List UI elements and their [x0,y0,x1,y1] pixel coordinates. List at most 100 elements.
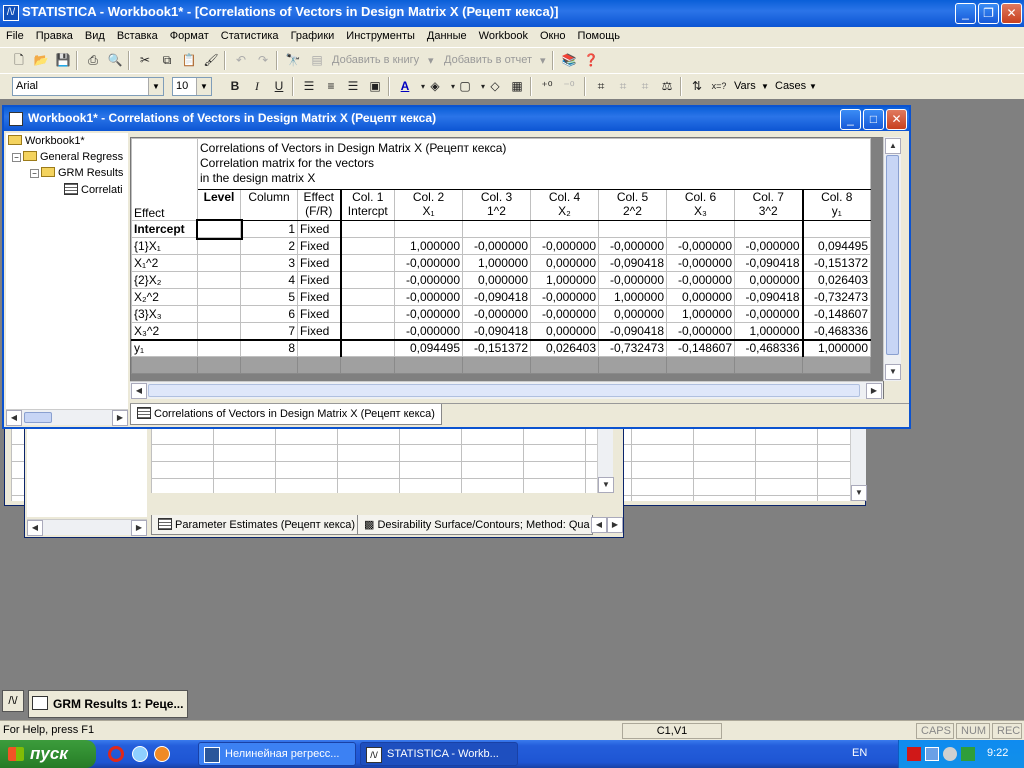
taskbar-item-word-document[interactable]: Нелинейная регресс... [198,742,356,766]
statistica-app-icon[interactable]: /\/ [3,5,19,21]
correlation-value-cell[interactable]: 0,000000 [530,322,599,340]
correlation-value-cell[interactable]: -0,000000 [666,254,735,272]
spreadsheet-vertical-scrollbar[interactable]: ▲ ▼ [883,137,901,381]
correlation-value-cell[interactable] [394,220,463,238]
correlation-value-cell[interactable]: -0,732473 [801,288,871,306]
correlation-value-cell[interactable]: -0,151372 [801,254,871,272]
column-number-cell[interactable]: 3 [240,254,298,272]
books-icon[interactable]: 📚 [560,52,578,69]
italic-button[interactable]: I [248,78,266,95]
correlation-value-cell[interactable]: -0,090418 [734,288,803,306]
minimized-grm-results[interactable]: GRM Results 1: Реце... [28,690,188,718]
correlation-value-cell[interactable]: -0,000000 [394,305,463,323]
correlation-value-cell[interactable]: -0,090418 [598,254,667,272]
language-indicator[interactable]: EN [852,747,867,759]
correlation-value-cell[interactable] [339,288,395,306]
align-left-icon[interactable]: ☰ [300,78,318,95]
scroll-down-icon[interactable]: ▼ [598,477,614,493]
column-header[interactable]: Column [240,189,298,221]
background-workbook-window-2[interactable]: ▼ ◀ ▶ Parameter Estimates (Рецепт кекса)… [24,420,624,538]
new-file-icon[interactable]: 🗋 [10,52,28,69]
menu-tools[interactable]: Инструменты [340,27,421,42]
tree-node-correlations-sheet[interactable]: Correlati [64,183,123,196]
increase-decimal-icon[interactable]: ⁺⁰ [538,78,556,95]
workbook-title-bar[interactable]: Workbook1* - Correlations of Vectors in … [4,107,909,131]
column-number-cell[interactable]: 1 [240,220,298,238]
column-number-cell[interactable]: 7 [240,322,298,340]
eraser-icon[interactable]: ◇ [486,78,504,95]
correlation-value-cell[interactable]: -0,000000 [462,237,531,255]
align-right-icon[interactable]: ☰ [344,78,362,95]
workbook-icon[interactable] [9,112,23,126]
taskbar-item-statistica[interactable]: STATISTICA - Workb... [360,742,518,766]
scroll-right-icon[interactable]: ▶ [112,410,128,426]
effect-type-cell[interactable]: Fixed [297,237,341,255]
effect-type-cell[interactable]: Fixed [297,305,341,323]
correlation-value-cell[interactable]: -0,000000 [666,237,735,255]
scroll-thumb[interactable] [886,155,899,355]
workbook-window[interactable]: Workbook1* - Correlations of Vectors in … [2,105,911,429]
correlation-value-cell[interactable]: 0,026403 [801,271,871,289]
correlation-value-cell[interactable]: -0,000000 [734,237,803,255]
cases-menu-button[interactable]: Cases [775,80,806,92]
row-header-effect[interactable]: y₁ [131,338,198,357]
opera-icon[interactable] [108,746,124,762]
save-icon[interactable]: 💾 [54,52,72,69]
correlation-value-cell[interactable] [339,237,395,255]
context-help-icon[interactable]: ❓ [582,52,600,69]
correlation-value-cell[interactable]: 1,000000 [734,322,803,340]
copy-icon[interactable]: ⧉ [158,52,176,69]
chevron-down-icon[interactable]: ▼ [809,82,817,91]
level-cell[interactable] [197,338,241,357]
print-icon[interactable]: ⎙ [84,52,102,69]
correlation-value-cell[interactable]: -0,000000 [530,237,599,255]
sort-icon[interactable]: ⇅ [688,78,706,95]
menu-statistics[interactable]: Статистика [215,27,285,42]
open-folder-icon[interactable]: 📂 [32,52,50,69]
delete-cells-icon[interactable]: ⌗ [614,78,632,95]
correlation-value-cell[interactable]: -0,000000 [598,271,667,289]
internet-explorer-icon[interactable] [132,746,148,762]
paste-icon[interactable]: 📋 [180,52,198,69]
correlation-value-cell[interactable]: 1,000000 [394,237,463,255]
column-header[interactable]: Col. 4 X₂ [530,189,599,221]
menu-data[interactable]: Данные [421,27,473,42]
column-header[interactable]: Col. 2 X₁ [394,189,463,221]
correlation-value-cell[interactable]: -0,732473 [598,338,667,357]
borders-icon[interactable]: ▢ [456,78,474,95]
tree-horizontal-scrollbar[interactable]: ◀ ▶ [6,409,128,426]
volume-icon[interactable] [943,747,957,761]
column-header[interactable]: Col. 6 X₃ [666,189,735,221]
scroll-left-icon[interactable]: ◀ [27,520,43,536]
row-header-effect[interactable]: X₂^2 [131,288,198,306]
effect-type-cell[interactable] [297,338,341,357]
correlation-value-cell[interactable]: -0,090418 [462,288,531,306]
correlation-value-cell[interactable] [339,322,395,340]
chevron-down-icon[interactable]: ▼ [761,82,769,91]
scroll-down-icon[interactable]: ▼ [851,485,867,501]
level-cell[interactable] [195,218,243,240]
correlation-value-cell[interactable]: -0,468336 [734,338,803,357]
correlation-value-cell[interactable]: -0,000000 [530,288,599,306]
scroll-thumb[interactable] [148,384,860,397]
background-tree-hscrollbar[interactable]: ◀ ▶ [27,519,147,536]
menu-view[interactable]: Вид [79,27,111,42]
correlation-value-cell[interactable]: 1,000000 [598,288,667,306]
level-cell[interactable] [197,305,241,323]
correlation-value-cell[interactable]: 0,000000 [530,254,599,272]
insert-cells-icon[interactable]: ⌗ [592,78,610,95]
row-header-effect[interactable]: X₁^2 [131,254,198,272]
find-binoculars-icon[interactable]: 🔭 [284,52,302,69]
add-to-workbook-button[interactable]: Добавить в книгу [332,54,419,66]
correlation-value-cell[interactable]: -0,000000 [666,322,735,340]
correlation-value-cell[interactable] [666,220,735,238]
column-number-cell[interactable]: 6 [240,305,298,323]
scroll-down-icon[interactable]: ▼ [885,364,901,380]
menu-edit[interactable]: Правка [30,27,79,42]
tab-correlations[interactable]: Correlations of Vectors in Design Matrix… [130,404,442,425]
collapse-icon[interactable]: − [30,169,39,178]
formula-icon[interactable]: x=? [710,78,728,95]
menu-file[interactable]: File [0,27,30,42]
vars-menu-button[interactable]: Vars [734,80,756,92]
underline-button[interactable]: U [270,78,288,95]
